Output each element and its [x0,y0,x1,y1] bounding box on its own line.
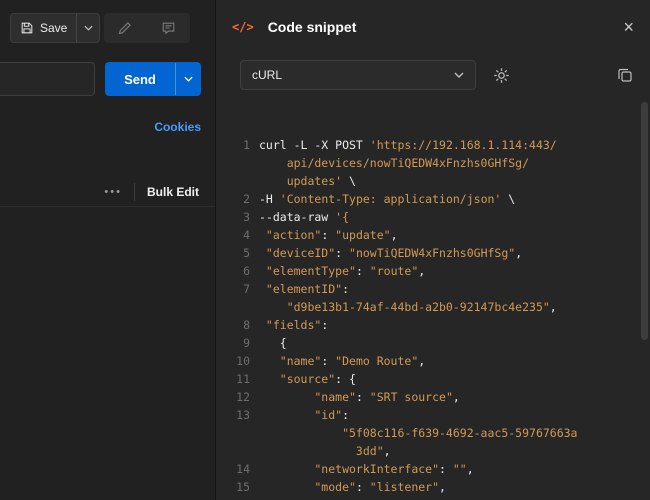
url-input[interactable] [0,62,95,96]
code-line-text: -H 'Content-Type: application/json' \ [259,190,515,208]
code-snippet-panel: </> Code snippet × cURL 1curl -L -X POST… [215,0,650,500]
code-line-text: updates' \ [259,172,356,190]
save-icon [20,21,34,35]
code-row: 3dd", [216,442,650,460]
line-number: 9 [216,334,259,352]
code-row: 12 "name": "SRT source", [216,388,650,406]
request-pane: Save Send [0,0,215,500]
code-line-text: --data-raw '{ [259,208,349,226]
code-row: 1curl -L -X POST 'https://192.168.1.114:… [216,136,650,154]
code-rows: 1curl -L -X POST 'https://192.168.1.114:… [216,136,650,500]
code-row: 15 "mode": "listener", [216,478,650,496]
panel-title: Code snippet [268,19,357,35]
code-row: 7 "elementID": [216,280,650,298]
language-select[interactable]: cURL [240,60,476,90]
toolbar-divider [134,183,135,201]
code-line-text: "id": [259,406,349,424]
code-row: api/devices/nowTiQEDW4xFnzhs0GHfSg/ [216,154,650,172]
line-number [216,154,259,172]
code-tag-icon: </> [232,20,254,34]
code-line-text: api/devices/nowTiQEDW4xFnzhs0GHfSg/ [259,154,529,172]
vertical-scrollbar[interactable] [641,102,648,340]
code-row: 10 "name": "Demo Route", [216,352,650,370]
app-root: Save Send [0,0,650,500]
edit-pencil-icon[interactable] [118,21,132,35]
line-number [216,298,259,316]
more-options-icon[interactable]: ••• [104,186,122,198]
code-row: 14 "networkInterface": "", [216,460,650,478]
code-line-text: "source": { [259,370,356,388]
line-number: 16 [216,496,259,500]
save-dropdown-button[interactable] [77,25,99,31]
line-number: 1 [216,136,259,154]
gear-icon [493,67,510,84]
code-line-text: "name": "Demo Route", [259,352,425,370]
line-number: 3 [216,208,259,226]
cookies-link[interactable]: Cookies [154,120,201,134]
chevron-down-icon [84,25,93,31]
code-line-text: { [259,334,287,352]
save-label: Save [40,21,67,35]
send-button[interactable]: Send [105,62,201,96]
line-number: 8 [216,316,259,334]
line-number: 10 [216,352,259,370]
code-block: 1curl -L -X POST 'https://192.168.1.114:… [216,100,650,500]
send-dropdown-button[interactable] [176,76,201,82]
language-selected-value: cURL [252,68,282,82]
line-number: 6 [216,262,259,280]
line-number: 7 [216,280,259,298]
code-line-text: "name": "SRT source", [259,388,460,406]
code-line-text: "elementID": [259,280,349,298]
code-row: 8 "fields": [216,316,650,334]
code-row: 6 "elementType": "route", [216,262,650,280]
code-row: 2-H 'Content-Type: application/json' \ [216,190,650,208]
line-number: 12 [216,388,259,406]
code-line-text: "elementType": "route", [259,262,425,280]
code-line-text: "address": "0.0.0.0", [259,496,460,500]
line-number: 4 [216,226,259,244]
send-label: Send [105,72,175,87]
line-number: 11 [216,370,259,388]
code-row: updates' \ [216,172,650,190]
line-number: 14 [216,460,259,478]
copy-button[interactable] [612,60,638,90]
code-line-text: curl -L -X POST 'https://192.168.1.114:4… [259,136,557,154]
save-button[interactable]: Save [10,13,100,43]
copy-icon [617,67,633,83]
code-line-text: "d9be13b1-74af-44bd-a2b0-92147bc4e235", [259,298,557,316]
chevron-down-icon [454,72,464,78]
headers-toolbar: ••• Bulk Edit [0,177,215,207]
line-number [216,442,259,460]
code-row: "5f08c116-f639-4692-aac5-59767663a [216,424,650,442]
code-row: 5 "deviceID": "nowTiQEDW4xFnzhs0GHfSg", [216,244,650,262]
code-line-text: "mode": "listener", [259,478,446,496]
panel-header: </> Code snippet × [216,0,650,54]
comments-icon[interactable] [161,21,176,35]
code-row: 13 "id": [216,406,650,424]
code-row: 4 "action": "update", [216,226,650,244]
code-line-text: "fields": [259,316,328,334]
settings-button[interactable] [488,60,514,90]
code-row: 16 "address": "0.0.0.0", [216,496,650,500]
line-number: 5 [216,244,259,262]
code-line-text: "networkInterface": "", [259,460,474,478]
line-number: 15 [216,478,259,496]
close-icon[interactable]: × [623,18,634,36]
bulk-edit-button[interactable]: Bulk Edit [147,185,199,199]
code-row: 9 { [216,334,650,352]
code-line-text: "action": "update", [259,226,398,244]
line-number: 2 [216,190,259,208]
code-line-text: "5f08c116-f639-4692-aac5-59767663a [259,424,578,442]
code-row: 11 "source": { [216,370,650,388]
line-number [216,424,259,442]
code-row: 3--data-raw '{ [216,208,650,226]
line-number: 13 [216,406,259,424]
code-row: "d9be13b1-74af-44bd-a2b0-92147bc4e235", [216,298,650,316]
code-line-text: "deviceID": "nowTiQEDW4xFnzhs0GHfSg", [259,244,522,262]
request-toolbar [104,13,190,43]
chevron-down-icon [184,76,193,82]
line-number [216,172,259,190]
save-button-main[interactable]: Save [11,21,76,35]
code-line-text: 3dd", [259,442,391,460]
